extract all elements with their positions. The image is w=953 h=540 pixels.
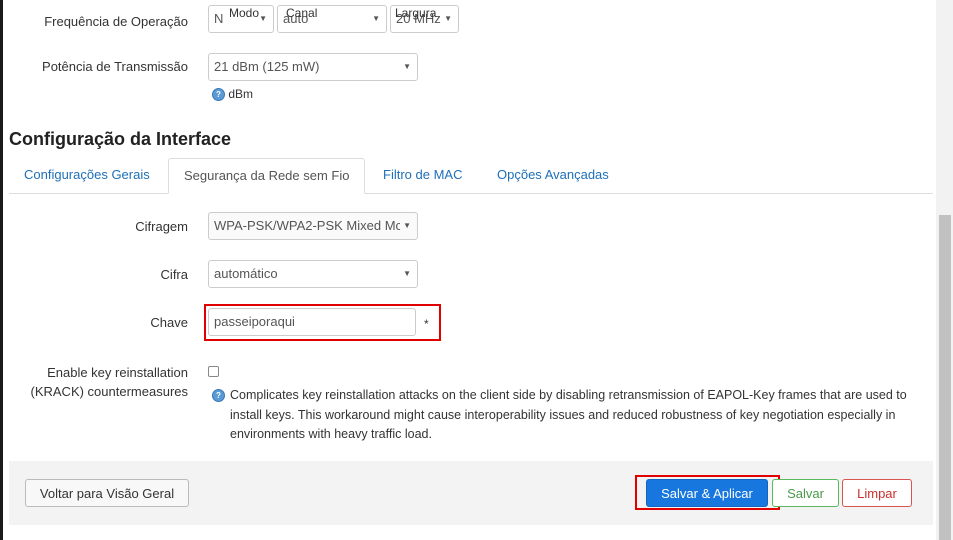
channel-select[interactable]: Canal auto ▼ <box>277 5 387 33</box>
mode-value: N <box>214 11 224 26</box>
mode-select[interactable]: Modo N ▼ <box>208 5 274 33</box>
width-label: Largura <box>395 6 437 20</box>
cipher-label: Cifra <box>160 267 188 282</box>
krack-help-text: Complicates key reinstallation attacks o… <box>230 388 907 441</box>
save-button[interactable]: Salvar <box>772 479 839 507</box>
tab-advanced[interactable]: Opções Avançadas <box>482 158 624 194</box>
encryption-value: WPA-PSK/WPA2-PSK Mixed Mc <box>214 218 403 233</box>
krack-label-line2: (KRACK) countermeasures <box>30 384 189 399</box>
chevron-down-icon: ▼ <box>403 62 411 71</box>
section-title: Configuração da Interface <box>9 129 232 149</box>
krack-label: Enable key reinstallation (KRACK) counte… <box>20 363 189 401</box>
tx-power-label: Potência de Transmissão <box>42 59 188 74</box>
frequency-label: Frequência de Operação <box>44 14 188 29</box>
help-icon: ? <box>212 389 225 402</box>
encryption-select[interactable]: WPA-PSK/WPA2-PSK Mixed Mc ▼ <box>208 212 418 240</box>
reveal-password-button[interactable]: * <box>424 317 429 331</box>
key-label: Chave <box>150 315 188 330</box>
scrollbar-thumb[interactable] <box>939 215 951 540</box>
tx-power-hint: ? dBm <box>212 87 254 102</box>
tab-mac-filter[interactable]: Filtro de MAC <box>368 158 477 194</box>
channel-label: Canal <box>286 6 318 20</box>
tx-power-select[interactable]: 21 dBm (125 mW) ▼ <box>208 53 418 81</box>
tx-power-unit: dBm <box>228 87 254 101</box>
krack-label-line1: Enable key reinstallation <box>47 365 188 380</box>
encryption-label: Cifragem <box>135 219 188 234</box>
tab-general[interactable]: Configurações Gerais <box>9 158 165 194</box>
chevron-down-icon: ▼ <box>403 269 411 278</box>
krack-checkbox[interactable] <box>208 366 219 377</box>
mode-label: Modo <box>229 6 260 20</box>
width-select[interactable]: Largura 20 MHz ▼ <box>390 5 459 33</box>
key-value: passeiporaqui <box>214 314 295 329</box>
cipher-select[interactable]: automático ▼ <box>208 260 418 288</box>
window-edge <box>0 0 3 540</box>
help-icon: ? <box>212 88 225 102</box>
chevron-down-icon: ▼ <box>372 14 380 23</box>
tab-wireless-security[interactable]: Segurança da Rede sem Fio <box>168 158 366 194</box>
save-apply-button[interactable]: Salvar & Aplicar <box>646 479 768 507</box>
reset-button[interactable]: Limpar <box>842 479 912 507</box>
chevron-down-icon: ▼ <box>400 213 411 239</box>
chevron-down-icon: ▼ <box>444 14 452 23</box>
key-input[interactable]: passeiporaqui <box>208 308 416 336</box>
back-to-overview-button[interactable]: Voltar para Visão Geral <box>25 479 189 507</box>
chevron-down-icon: ▼ <box>259 14 267 23</box>
tx-power-value: 21 dBm (125 mW) <box>214 59 320 74</box>
cipher-value: automático <box>214 266 278 281</box>
